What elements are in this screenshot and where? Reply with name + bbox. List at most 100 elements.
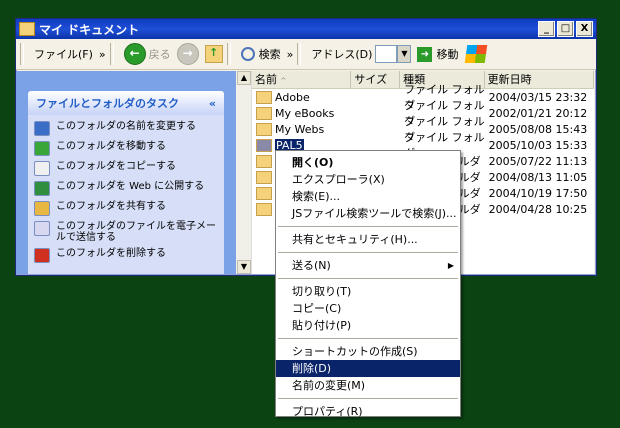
task-item[interactable]: このフォルダを Web に公開する: [34, 181, 218, 196]
task-item[interactable]: このフォルダを移動する: [34, 141, 218, 156]
task-item[interactable]: このフォルダのファイルを電子メールで送信する: [34, 221, 218, 243]
task-label: このフォルダを Web に公開する: [56, 181, 205, 192]
menu-item[interactable]: ショートカットの作成(S): [276, 343, 460, 360]
vertical-scrollbar[interactable]: ▲ ▼: [237, 71, 252, 274]
scroll-down-button[interactable]: ▼: [237, 260, 251, 274]
menu-item-label: 送る(N): [292, 259, 331, 272]
back-button[interactable]: ← 戻る: [123, 43, 171, 65]
file-name-cell: My eBooks: [252, 106, 351, 120]
task-icon: [34, 181, 50, 196]
toolbar-chevron[interactable]: »: [287, 48, 294, 61]
folder-icon: [256, 186, 272, 200]
menu-item[interactable]: 検索(E)...: [276, 188, 460, 205]
menu-item[interactable]: 開く(O): [276, 154, 460, 171]
menu-item[interactable]: JSファイル検索ツールで検索(J)...: [276, 205, 460, 222]
menu-item[interactable]: 切り取り(T): [276, 283, 460, 300]
up-folder-icon: ↑: [204, 45, 223, 63]
menu-separator: [278, 252, 458, 253]
menu-item-label: 検索(E)...: [292, 190, 341, 203]
maximize-button[interactable]: □: [557, 21, 574, 37]
task-header[interactable]: ファイルとフォルダのタスク «: [28, 91, 224, 115]
menu-item[interactable]: エクスプローラ(X): [276, 171, 460, 188]
task-item[interactable]: このフォルダを共有する: [34, 201, 218, 216]
go-label: 移動: [436, 48, 459, 61]
submenu-arrow-icon: ▶: [447, 261, 454, 270]
menu-item-label: プロパティ(R): [292, 405, 363, 418]
task-icon: [34, 201, 50, 216]
file-name: My Webs: [275, 122, 325, 136]
toolbar: ファイル(F) » ← 戻る → ↑ 検索 » アドレス(D) ▼ ➜ 移動: [16, 39, 596, 70]
menu-item[interactable]: コピー(C): [276, 300, 460, 317]
folder-icon: [256, 90, 272, 104]
address-dropdown[interactable]: ▼: [397, 45, 412, 63]
menu-separator: [278, 398, 458, 399]
menu-item[interactable]: 送る(N) ▶: [276, 257, 460, 274]
task-icon: [34, 248, 50, 263]
collapse-icon[interactable]: «: [209, 97, 216, 110]
back-label: 戻る: [148, 48, 171, 61]
folder-icon: [256, 170, 272, 184]
task-label: このフォルダを削除する: [56, 248, 166, 259]
menu-item[interactable]: 貼り付け(P): [276, 317, 460, 334]
file-date-cell: 2005/07/22 11:13: [488, 154, 588, 168]
context-menu: 開く(O) エクスプローラ(X) 検索(E)... JSファイル検索ツールで検索(J)…: [275, 150, 461, 420]
task-header-title: ファイルとフォルダのタスク: [36, 97, 179, 110]
task-icon: [34, 121, 50, 136]
forward-button[interactable]: →: [176, 43, 199, 65]
menu-separator: [278, 226, 458, 227]
menu-item[interactable]: プロパティ(R): [276, 403, 460, 420]
task-item[interactable]: このフォルダをコピーする: [34, 161, 218, 176]
search-icon: [240, 47, 255, 61]
file-date-cell: 2005/08/08 15:43: [488, 122, 588, 136]
column-date[interactable]: 更新日時: [485, 71, 594, 88]
folder-icon: [256, 106, 272, 120]
column-name[interactable]: 名前 ^: [252, 71, 352, 88]
task-pane: ファイルとフォルダのタスク « このフォルダの名前を変更するこのフォルダを移動す…: [16, 71, 236, 274]
menu-item[interactable]: 共有とセキュリティ(H)...: [276, 231, 460, 248]
task-icon: [34, 161, 50, 176]
forward-arrow-icon: →: [176, 43, 199, 65]
task-icon: [34, 141, 50, 156]
menu-item[interactable]: 名前の変更(M): [276, 377, 460, 394]
up-folder-button[interactable]: ↑: [204, 45, 223, 63]
go-button[interactable]: ➜ 移動: [417, 46, 458, 62]
minimize-button[interactable]: _: [538, 21, 555, 37]
column-size[interactable]: サイズ: [351, 71, 401, 88]
menu-separator: [278, 338, 458, 339]
window-title: マイ ドキュメント: [39, 22, 140, 37]
file-date-cell: 2004/03/15 23:32: [488, 90, 588, 104]
task-label: このフォルダを移動する: [56, 141, 166, 152]
menu-item-label: JSファイル検索ツールで検索(J)...: [292, 207, 457, 220]
task-label: このフォルダのファイルを電子メールで送信する: [56, 221, 216, 243]
windows-logo-icon: [465, 45, 488, 63]
task-item[interactable]: このフォルダを削除する: [34, 248, 218, 263]
column-name-label: 名前: [255, 73, 277, 86]
file-date-cell: 2004/10/19 17:50: [488, 186, 588, 200]
menu-item-label: 名前の変更(M): [292, 379, 366, 392]
folder-icon: [256, 138, 272, 152]
toolbar-grip[interactable]: [20, 43, 24, 65]
separator: [297, 43, 302, 65]
menu-chevron[interactable]: »: [99, 48, 106, 61]
close-button[interactable]: X: [576, 21, 593, 37]
folder-icon: [256, 154, 272, 168]
search-button[interactable]: 検索: [240, 46, 281, 62]
task-list: このフォルダの名前を変更するこのフォルダを移動するこのフォルダをコピーするこのフ…: [28, 115, 224, 263]
scroll-up-button[interactable]: ▲: [237, 71, 251, 85]
task-label: このフォルダを共有する: [56, 201, 166, 212]
menu-item-label: 共有とセキュリティ(H)...: [292, 233, 418, 246]
file-name: Adobe: [275, 90, 310, 104]
menu-item-label: 削除(D): [292, 362, 332, 375]
title-bar[interactable]: マイ ドキュメント _ □ X: [16, 19, 596, 39]
menu-item[interactable]: 削除(D): [276, 360, 460, 377]
menu-item-label: ショートカットの作成(S): [292, 345, 418, 358]
go-arrow-icon: ➜: [417, 46, 433, 62]
address-field[interactable]: [375, 45, 398, 63]
file-name-cell: My Webs: [252, 122, 351, 136]
back-arrow-icon: ←: [123, 43, 146, 65]
file-menu[interactable]: ファイル(F): [34, 46, 93, 62]
folder-icon: [256, 202, 272, 216]
separator: [109, 43, 114, 65]
search-label: 検索: [258, 48, 281, 61]
task-item[interactable]: このフォルダの名前を変更する: [34, 121, 218, 136]
